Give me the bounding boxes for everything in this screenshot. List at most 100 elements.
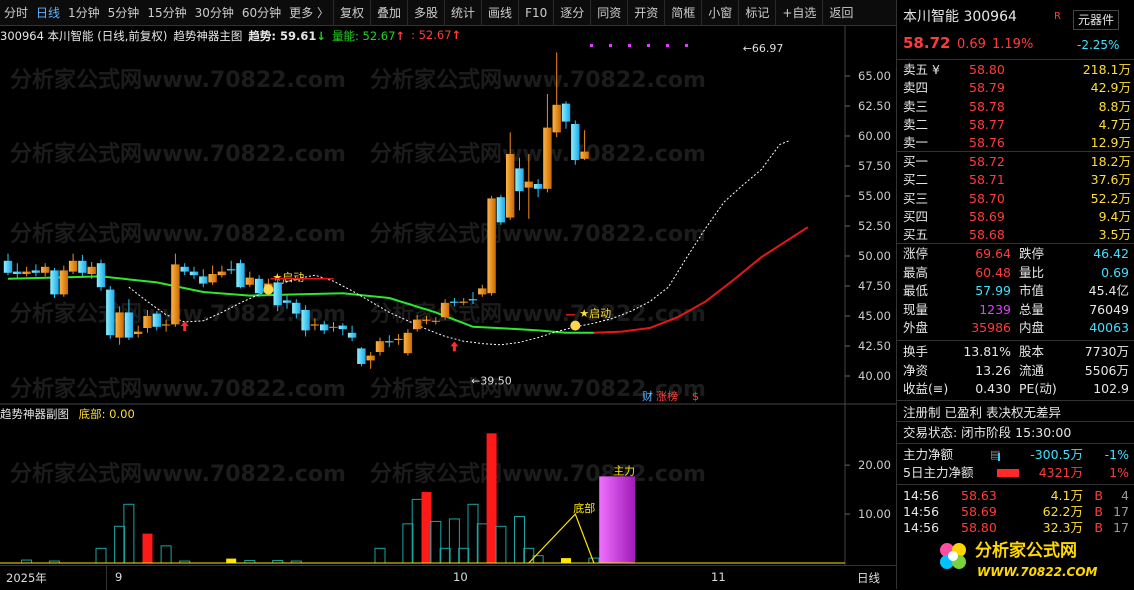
candle-body (68, 260, 78, 272)
candle-body (385, 341, 394, 343)
signal-dot (590, 44, 593, 47)
toolbar-item-14[interactable]: 逐分 (553, 0, 590, 26)
toolbar-item-17[interactable]: 简框 (664, 0, 701, 26)
candle-body (375, 341, 385, 352)
toolbar-item-8[interactable]: 复权 (332, 0, 370, 26)
candle-body (561, 103, 571, 122)
volume-bar (486, 433, 497, 563)
chart-area[interactable]: 分析家公式网www.70822.com 分析家公式网www.70822.com … (0, 26, 896, 565)
candle-body (208, 274, 217, 283)
sub-chart-header: 趋势神器副图 底部: 0.00 (0, 406, 135, 422)
sub-indicator-name[interactable]: 趋势神器副图 (0, 407, 69, 421)
finance-badge: 财 (642, 389, 653, 403)
toolbar-item-1[interactable]: 日线 (32, 0, 64, 26)
volume-bar (439, 547, 451, 564)
site-logo: 分析家公式网 WWW.70822.COM (940, 540, 1098, 579)
divider (897, 340, 1134, 341)
signal-dot (685, 44, 688, 47)
period-label[interactable]: 日线 (857, 570, 880, 586)
toolbar-item-10[interactable]: 多股 (407, 0, 444, 26)
candle-body (282, 300, 292, 303)
toolbar-item-15[interactable]: 同资 (590, 0, 627, 26)
toolbar-item-19[interactable]: 标记 (738, 0, 775, 26)
stat2-row: 净资 13.26 流通 5506万 (903, 362, 1129, 378)
toolbar-item-3[interactable]: 5分钟 (104, 0, 144, 26)
bid-row[interactable]: 买二 58.71 37.6万 (897, 171, 1134, 189)
rzrq-flag: R (1054, 11, 1061, 22)
volume-bar (430, 520, 442, 564)
candle-body (78, 260, 87, 273)
volume-bar (114, 525, 126, 564)
candle-body (413, 319, 422, 330)
toolbar-item-11[interactable]: 统计 (444, 0, 481, 26)
toolbar-item-5[interactable]: 30分钟 (191, 0, 238, 26)
toolbar-item-13[interactable]: F10 (518, 0, 553, 26)
stat-row: 涨停 69.64 跌停 46.42 (903, 246, 1129, 261)
ask-row[interactable]: 卖一 58.76 12.9万 (897, 134, 1134, 152)
x-year: 2025年 (6, 571, 47, 585)
signal-dot (647, 44, 650, 47)
candle-body (431, 320, 440, 322)
bid-row[interactable]: 买一 58.72 18.2万 (897, 153, 1134, 171)
low-marker: ←39.50 (471, 374, 512, 387)
y-tick-label: 42.50 (858, 339, 891, 353)
divider (897, 59, 1134, 60)
bid-row[interactable]: 买三 58.70 52.2万 (897, 190, 1134, 208)
kline-chart[interactable]: 65.00 62.50 60.00 57.50 55.00 52.50 50.00 47.50… (0, 26, 896, 565)
volume-bar (514, 516, 525, 564)
svg-text:WWW.70822.COM: WWW.70822.COM (977, 565, 1098, 579)
toolbar-item-16[interactable]: 开资 (627, 0, 664, 26)
candle-body (310, 324, 320, 326)
candle-body (292, 302, 301, 314)
candle-body (580, 151, 589, 159)
divider (897, 484, 1134, 485)
candle-body (134, 331, 143, 334)
toolbar-item-9[interactable]: 叠加 (370, 0, 407, 26)
flow5-row: 5日主力净额 4321万 1% (903, 465, 1129, 480)
candle-body (13, 271, 22, 274)
signal-dot (666, 44, 669, 47)
indicator-name[interactable]: 趋势神器主图 (173, 28, 242, 44)
divider (897, 443, 1134, 444)
bid-row[interactable]: 买四 58.69 9.4万 (897, 208, 1134, 226)
bid-row[interactable]: 买五 58.68 3.5万 (897, 226, 1134, 244)
y-tick-label: 52.50 (858, 219, 891, 233)
toolbar-item-6[interactable]: 60分钟 (238, 0, 285, 26)
toolbar-item-0[interactable]: 分时 (0, 0, 32, 26)
ask-row[interactable]: 卖三 58.78 8.8万 (897, 98, 1134, 116)
time-axis: 2025年 9 10 11 日线 (0, 565, 896, 590)
start-label-2: ★启动 (579, 307, 611, 320)
y-tick-label: 62.50 (858, 99, 891, 113)
toolbar-item-2[interactable]: 1分钟 (64, 0, 104, 26)
candle-body (59, 270, 68, 295)
ask-row[interactable]: 卖五 ¥58.80 218.1万 (897, 61, 1134, 79)
sub-y-tick-label: 20.00 (858, 458, 891, 472)
ask-row[interactable]: 卖四 58.79 42.9万 (897, 79, 1134, 97)
toolbar-item-12[interactable]: 画线 (481, 0, 518, 26)
x-m11: 11 (711, 570, 726, 584)
volume-bar (123, 503, 135, 564)
toolbar-item-4[interactable]: 15分钟 (143, 0, 190, 26)
divider (897, 243, 1134, 244)
ask-row[interactable]: 卖二 58.77 4.7万 (897, 116, 1134, 134)
toolbar-item-21[interactable]: 返回 (822, 0, 859, 26)
candle-body (115, 312, 124, 338)
toolbar-item-18[interactable]: 小窗 (701, 0, 738, 26)
start-label-1: ★启动 (272, 271, 304, 284)
bottom-tag: 底部 (573, 501, 595, 515)
tags-row[interactable]: 注册制 已盈利 表决权无差异 (897, 404, 1134, 422)
candle-body (217, 271, 227, 276)
money-bag-icon (570, 320, 581, 331)
ma-fast-dashed (128, 140, 790, 346)
y-tick-label: 65.00 (858, 69, 891, 83)
stat-row: 最高 60.48 量比 0.69 (903, 264, 1129, 280)
candle-body (236, 263, 245, 288)
sector-button[interactable]: 元器件 (1073, 10, 1120, 30)
last-price: 58.72 (903, 34, 951, 52)
candle-body (161, 324, 171, 326)
toolbar-item-20[interactable]: +自选 (775, 0, 822, 26)
toolbar-item-7[interactable]: 更多 〉 (285, 0, 333, 26)
signal-dot (609, 44, 612, 47)
candle-body (366, 355, 375, 361)
y-tick-label: 40.00 (858, 369, 891, 383)
